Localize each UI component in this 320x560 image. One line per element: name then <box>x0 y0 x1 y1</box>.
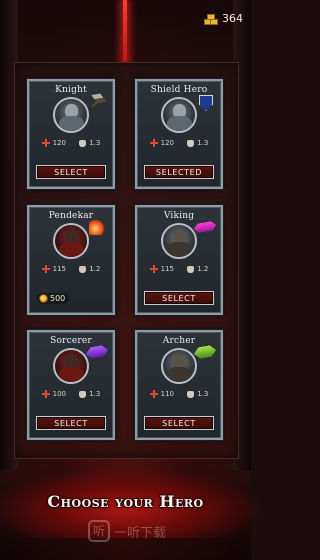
power-value: 1.3 <box>89 390 101 398</box>
watermark: 听 一听下载 <box>88 520 166 542</box>
select-button[interactable]: SELECT <box>144 291 214 305</box>
hero-stats: 100 1.3 <box>35 390 107 398</box>
hero-card-sorcerer[interactable]: Sorcerer 100 1.3 SELECT <box>26 329 116 441</box>
gold-bars-icon <box>204 13 218 25</box>
hero-stats: 110 1.3 <box>143 390 215 398</box>
hero-name: Shield Hero <box>150 85 208 95</box>
health-icon <box>41 390 50 398</box>
hero-portrait <box>161 223 197 259</box>
price-value: 500 <box>50 294 66 303</box>
power-icon <box>187 390 195 398</box>
currency-display: 364 <box>204 12 243 25</box>
health-icon <box>149 265 158 273</box>
health-value: 120 <box>52 139 66 147</box>
power-icon <box>79 265 87 273</box>
health-icon <box>41 139 50 147</box>
health-icon <box>149 139 158 147</box>
gold-coin-icon <box>39 294 48 303</box>
select-button[interactable]: SELECT <box>144 416 214 430</box>
power-value: 1.3 <box>197 139 209 147</box>
watermark-text: 一听下载 <box>114 525 167 541</box>
power-value: 1.3 <box>197 390 209 398</box>
health-value: 115 <box>160 265 174 273</box>
title-banner: Choose your Hero <box>0 492 251 511</box>
currency-amount: 364 <box>222 12 243 25</box>
select-button[interactable]: SELECT <box>36 165 106 179</box>
select-button[interactable]: SELECT <box>36 416 106 430</box>
hero-card-shield-hero[interactable]: Shield Hero 120 1.3 SELECTED <box>134 78 224 190</box>
power-value: 1.2 <box>89 265 101 273</box>
fire-blade-icon <box>89 219 105 235</box>
health-value: 100 <box>52 390 66 398</box>
hero-stats: 115 1.2 <box>143 265 215 273</box>
power-value: 1.2 <box>197 265 209 273</box>
watermark-logo-icon: 听 <box>88 520 110 542</box>
hero-stats: 115 1.2 <box>35 265 107 273</box>
hero-portrait <box>53 97 89 133</box>
hero-card-pendekar[interactable]: Pendekar 115 1.2 500 <box>26 204 116 316</box>
hero-card-archer[interactable]: Archer 110 1.3 SELECT <box>134 329 224 441</box>
health-value: 115 <box>52 265 66 273</box>
page-title: Choose your Hero <box>47 492 204 511</box>
hero-portrait <box>53 223 89 259</box>
health-value: 120 <box>160 139 174 147</box>
power-icon <box>187 265 195 273</box>
shield-icon <box>199 95 213 111</box>
hero-card-knight[interactable]: Knight 120 1.3 SELECT <box>26 78 116 190</box>
health-icon <box>149 390 158 398</box>
hero-portrait <box>161 97 197 133</box>
selected-button[interactable]: SELECTED <box>144 165 214 179</box>
hero-stats: 120 1.3 <box>35 139 107 147</box>
hero-portrait <box>53 348 89 384</box>
power-icon <box>79 139 87 147</box>
buy-price-button[interactable]: 500 <box>37 293 69 304</box>
hero-name: Knight <box>55 85 87 95</box>
power-icon <box>79 390 87 398</box>
hero-card-viking[interactable]: Viking 115 1.2 SELECT <box>134 204 224 316</box>
hero-portrait <box>161 348 197 384</box>
health-icon <box>41 265 50 273</box>
hero-stats: 120 1.3 <box>143 139 215 147</box>
power-value: 1.3 <box>89 139 101 147</box>
power-icon <box>187 139 195 147</box>
health-value: 110 <box>160 390 174 398</box>
laser-beam <box>123 0 127 70</box>
